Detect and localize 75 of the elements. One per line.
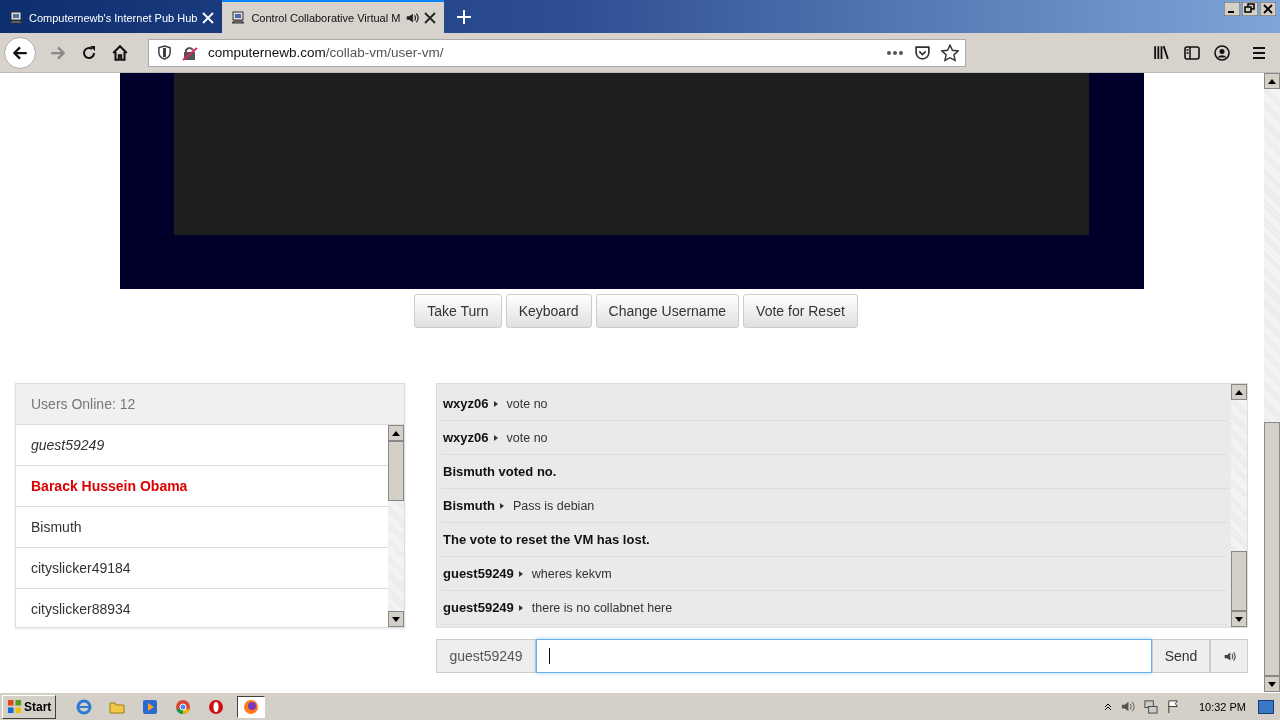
chat-username: guest59249 xyxy=(443,566,514,581)
computer-icon xyxy=(8,9,24,26)
windows-logo-icon xyxy=(7,699,22,714)
address-bar[interactable]: computernewb.com/collab-vm/user-vm/ xyxy=(148,38,966,67)
scroll-up-icon[interactable] xyxy=(1235,389,1243,395)
chat-username: wxyz06 xyxy=(443,396,489,411)
page-scrollbar[interactable] xyxy=(1264,73,1280,692)
close-icon[interactable] xyxy=(1260,2,1276,16)
username-label: guest59249 xyxy=(436,639,536,673)
flag-icon[interactable] xyxy=(1165,699,1181,714)
vm-control-button[interactable]: Keyboard xyxy=(505,294,592,328)
browser-tab[interactable]: Computernewb's Internet Pub Hub xyxy=(0,2,223,33)
vm-control-button[interactable]: Change Username xyxy=(595,294,740,328)
scrollbar[interactable] xyxy=(1231,384,1247,627)
scroll-down-icon[interactable] xyxy=(1235,616,1243,622)
sound-button[interactable] xyxy=(1210,639,1248,673)
send-button[interactable]: Send xyxy=(1152,639,1210,673)
home-icon[interactable] xyxy=(111,43,129,62)
scrollbar-thumb[interactable] xyxy=(1231,551,1247,611)
restore-icon[interactable] xyxy=(1242,2,1258,16)
scroll-down-icon[interactable] xyxy=(392,616,400,622)
plus-icon[interactable] xyxy=(456,8,473,25)
close-icon[interactable] xyxy=(424,11,437,24)
url-text: computernewb.com/collab-vm/user-vm/ xyxy=(208,45,444,60)
scroll-up-icon[interactable] xyxy=(1268,78,1276,84)
insecure-lock-icon[interactable] xyxy=(182,44,198,61)
chat-notice: Bismuth voted no. xyxy=(443,464,557,479)
triangle-icon xyxy=(493,434,498,441)
triangle-icon xyxy=(500,502,504,509)
show-desktop-icon[interactable] xyxy=(1258,699,1274,714)
chat-text: vote no xyxy=(506,396,548,411)
chat-notice: The vote to reset the VM has lost. xyxy=(443,532,650,547)
speaker-icon[interactable] xyxy=(1119,699,1135,714)
triangle-icon xyxy=(518,570,523,577)
chat-text: Pass is debian xyxy=(513,498,595,513)
clock: 10:32 PM xyxy=(1198,700,1246,713)
triangle-icon xyxy=(493,400,498,407)
pocket-icon[interactable] xyxy=(914,44,931,61)
vm-control-button[interactable]: Vote for Reset xyxy=(743,294,858,328)
star-icon[interactable] xyxy=(941,43,959,62)
user-item[interactable]: Bismuth xyxy=(16,507,388,548)
chat-username: wxyz06 xyxy=(443,430,489,445)
speaker-icon xyxy=(1222,649,1236,663)
browser-tab[interactable]: Control Collaborative Virtual M xyxy=(222,0,445,33)
user-item[interactable]: Barack Hussein Obama xyxy=(16,466,388,507)
chevron-up-icon[interactable] xyxy=(1103,702,1112,711)
reload-icon[interactable] xyxy=(81,44,97,61)
user-item[interactable]: cityslicker49184 xyxy=(16,548,388,589)
sidebar-icon[interactable] xyxy=(1184,44,1200,61)
account-icon[interactable] xyxy=(1214,44,1230,61)
user-item[interactable]: guest59249 xyxy=(16,425,388,466)
vm-control-button[interactable]: Take Turn xyxy=(414,294,502,328)
chat-text: wheres kekvm xyxy=(531,566,612,581)
firefox-style-icon[interactable] xyxy=(237,695,266,718)
chat-text: there is no collabnet here xyxy=(531,600,673,615)
shield-icon[interactable] xyxy=(157,45,172,60)
computer-icon xyxy=(230,9,247,26)
scroll-down-icon[interactable] xyxy=(1268,681,1276,687)
more-icon[interactable] xyxy=(886,49,904,56)
back-button[interactable] xyxy=(4,36,36,69)
library-icon[interactable] xyxy=(1153,44,1170,61)
scrollbar-thumb[interactable] xyxy=(1264,422,1280,676)
scroll-up-icon[interactable] xyxy=(392,430,400,436)
triangle-icon xyxy=(518,604,523,611)
chat-text: vote no xyxy=(506,430,548,445)
start-button[interactable]: Start xyxy=(2,694,57,719)
minimize-icon[interactable] xyxy=(1224,2,1240,16)
users-online-header: Users Online: 12 xyxy=(16,384,404,425)
chat-input[interactable] xyxy=(536,639,1152,673)
menu-icon[interactable] xyxy=(1251,44,1267,61)
scrollbar[interactable] xyxy=(388,425,404,627)
scrollbar-thumb[interactable] xyxy=(388,441,404,501)
chat-username: Bismuth xyxy=(443,498,495,513)
chat-username: guest59249 xyxy=(443,600,514,615)
network-icon[interactable] xyxy=(1142,699,1158,714)
